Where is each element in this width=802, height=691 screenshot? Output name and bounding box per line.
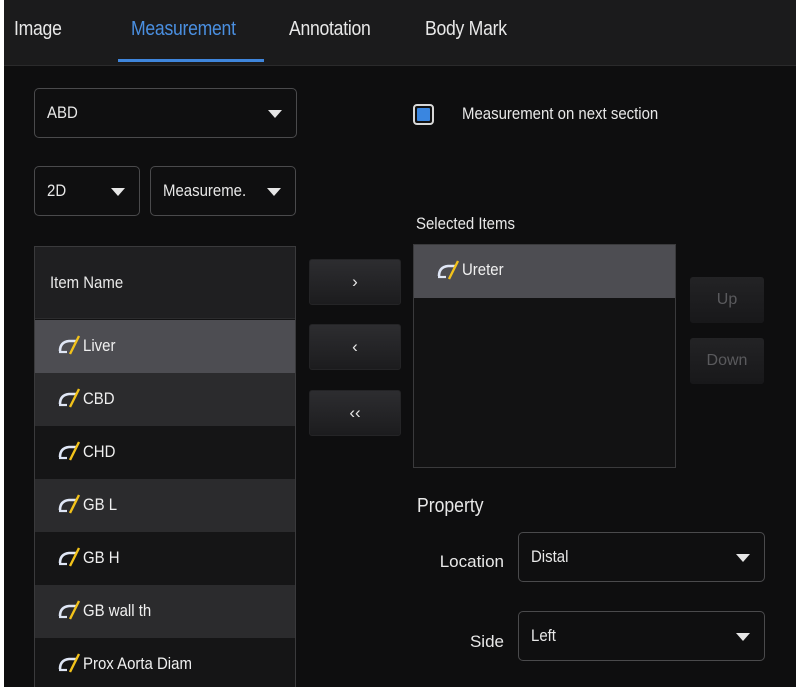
next-section-checkbox[interactable] — [413, 104, 434, 125]
side-value: Left — [531, 626, 556, 645]
list-item-label: Ureter — [462, 260, 504, 279]
list-item-label: GB L — [83, 495, 118, 514]
available-items-list[interactable]: Item Name Liver CBD CHD GB L GB H GB wal… — [34, 246, 296, 687]
side-label: Side — [469, 632, 504, 651]
list-item[interactable]: GB wall th — [35, 585, 295, 638]
remove-item-button[interactable]: ‹ — [309, 324, 401, 370]
caliper-ruler-icon — [58, 547, 81, 567]
measurement-type-dropdown[interactable]: Measureme. — [150, 166, 296, 216]
remove-item-label: ‹ — [352, 337, 358, 356]
list-item[interactable]: Prox Aorta Diam — [35, 638, 295, 687]
list-item[interactable]: GB L — [35, 479, 295, 532]
list-item-label: GB H — [83, 548, 120, 567]
exam-type-value: ABD — [47, 103, 78, 122]
caliper-ruler-icon — [58, 335, 81, 355]
mode-dropdown[interactable]: 2D — [34, 166, 140, 216]
active-tab-indicator — [118, 59, 264, 62]
chevron-down-icon — [736, 554, 750, 562]
selected-items-list[interactable]: Ureter — [413, 244, 676, 468]
list-item-label: Prox Aorta Diam — [83, 654, 192, 673]
list-item[interactable]: CHD — [35, 426, 295, 479]
remove-all-button[interactable]: ‹‹ — [309, 390, 401, 436]
move-up-button[interactable]: Up — [690, 277, 764, 323]
location-value: Distal — [531, 547, 569, 566]
tab-body-mark[interactable]: Body Mark — [425, 18, 507, 41]
mode-value: 2D — [47, 181, 67, 200]
list-item-label: Liver — [83, 336, 116, 355]
move-down-button[interactable]: Down — [690, 338, 764, 384]
add-item-label: › — [352, 272, 358, 291]
list-item[interactable]: GB H — [35, 532, 295, 585]
selected-items-label: Selected Items — [416, 214, 515, 233]
remove-all-label: ‹‹ — [349, 403, 361, 422]
caliper-ruler-icon — [58, 653, 81, 673]
tab-image[interactable]: Image — [14, 18, 62, 41]
list-header: Item Name — [35, 247, 295, 319]
list-item[interactable]: Ureter — [414, 245, 675, 298]
caliper-ruler-icon — [58, 494, 81, 514]
side-dropdown[interactable]: Left — [518, 611, 765, 661]
caliper-ruler-icon — [58, 441, 81, 461]
tab-bar: Image Measurement Annotation Body Mark — [4, 0, 796, 66]
location-label: Location — [439, 552, 504, 571]
list-item[interactable]: CBD — [35, 373, 295, 426]
measurement-type-value: Measureme. — [163, 181, 247, 200]
list-item-label: GB wall th — [83, 601, 152, 620]
tab-measurement[interactable]: Measurement — [131, 18, 236, 41]
move-down-label: Down — [706, 352, 748, 369]
list-item-label: CBD — [83, 389, 115, 408]
item-name-column-header: Item Name — [50, 273, 124, 292]
next-section-label: Measurement on next section — [462, 104, 659, 123]
checkbox-checked-mark — [417, 108, 430, 121]
list-item-label: CHD — [83, 442, 116, 461]
add-item-button[interactable]: › — [309, 259, 401, 305]
measurement-preset-panel: Image Measurement Annotation Body Mark A… — [4, 0, 796, 687]
list-item[interactable]: Liver — [35, 320, 295, 373]
chevron-down-icon — [111, 188, 125, 196]
tab-annotation[interactable]: Annotation — [289, 18, 371, 41]
caliper-ruler-icon — [58, 600, 81, 620]
caliper-ruler-icon — [437, 260, 460, 280]
chevron-down-icon — [268, 110, 282, 118]
chevron-down-icon — [736, 633, 750, 641]
property-title: Property — [417, 495, 484, 517]
exam-type-dropdown[interactable]: ABD — [34, 88, 297, 138]
move-up-label: Up — [716, 291, 738, 308]
caliper-ruler-icon — [58, 388, 81, 408]
chevron-down-icon — [267, 188, 281, 196]
location-dropdown[interactable]: Distal — [518, 532, 765, 582]
